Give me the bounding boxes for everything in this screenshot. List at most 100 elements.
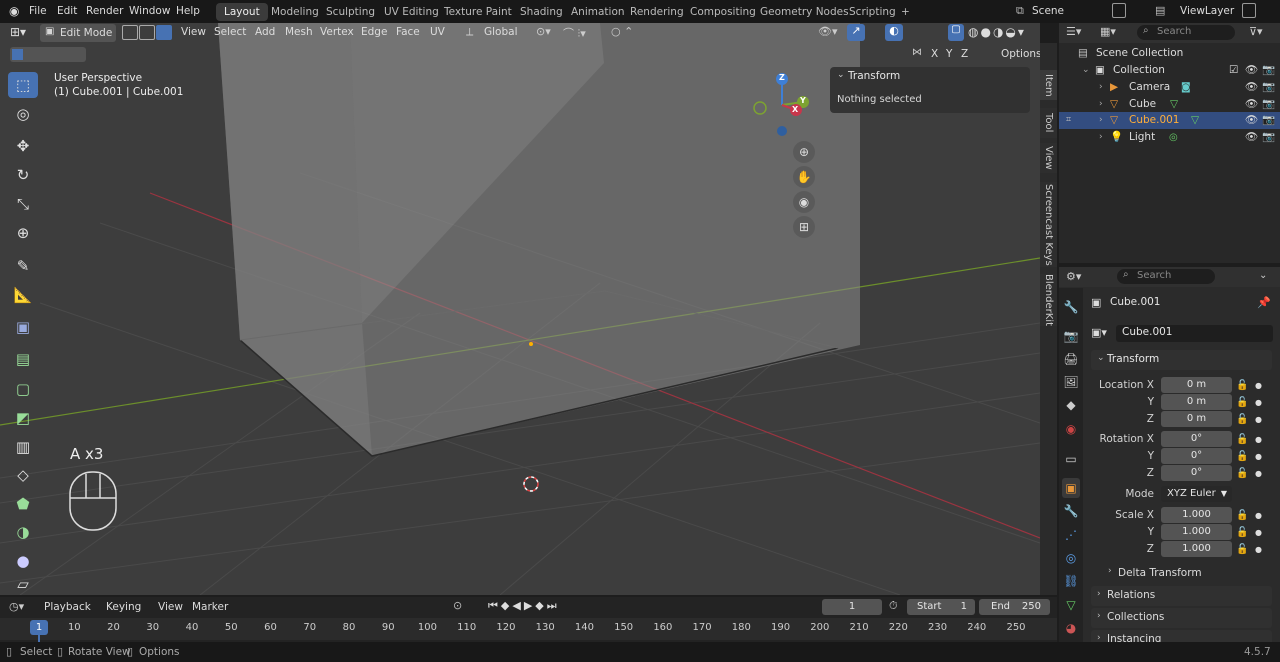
- inset-tool-icon[interactable]: ▢: [8, 376, 38, 402]
- relations-section[interactable]: › Relations: [1091, 586, 1272, 606]
- viewlayer-name[interactable]: ViewLayer: [1180, 2, 1240, 20]
- editor-type-icon[interactable]: ⊞▾: [10, 25, 32, 41]
- properties-editor-icon[interactable]: ⚙▾: [1066, 270, 1081, 283]
- world-props-icon[interactable]: ◉: [1062, 419, 1080, 439]
- pan-hand-icon[interactable]: ✋: [793, 166, 815, 188]
- menu-window[interactable]: Window: [129, 0, 170, 23]
- proportional-edit-icon[interactable]: ○ ⌃: [611, 25, 633, 38]
- rotation-mode-dropdown[interactable]: XYZ Euler ▼: [1161, 486, 1232, 502]
- view-layer-props-icon[interactable]: 🖼: [1062, 372, 1080, 392]
- collections-section[interactable]: › Collections: [1091, 608, 1272, 628]
- mirror-icon[interactable]: ⋈: [912, 47, 922, 58]
- object-props-icon[interactable]: ▣: [1062, 478, 1080, 498]
- constraints-props-icon[interactable]: ⛓: [1062, 571, 1080, 591]
- rotation-z-field[interactable]: 0°: [1161, 465, 1232, 481]
- particles-props-icon[interactable]: ⋰: [1062, 525, 1080, 545]
- outliner-item-light[interactable]: › 💡 Light ◎ 👁 📷: [1059, 129, 1280, 146]
- select-box-icon[interactable]: [12, 49, 23, 60]
- instancing-section[interactable]: › Instancing: [1091, 630, 1272, 642]
- orientation-dropdown[interactable]: Global: [484, 23, 518, 41]
- pivot-icon[interactable]: ⊙▾: [536, 25, 551, 38]
- scene-name[interactable]: Scene: [1032, 2, 1092, 20]
- modifier-props-icon[interactable]: 🔧: [1062, 501, 1080, 521]
- physics-props-icon[interactable]: ◎: [1062, 548, 1080, 568]
- chevron-down-icon[interactable]: ⌄: [837, 70, 845, 80]
- rotate-tool-icon[interactable]: ↻: [8, 162, 38, 188]
- tab-texture-paint[interactable]: Texture Paint: [436, 3, 520, 21]
- data-props-icon[interactable]: ▽: [1062, 595, 1080, 615]
- chevron-right-icon[interactable]: ›: [1099, 79, 1103, 96]
- mirror-y[interactable]: Y: [946, 45, 952, 63]
- face-select-icon[interactable]: [156, 25, 172, 40]
- new-scene-icon[interactable]: [1112, 3, 1126, 18]
- chevron-right-icon[interactable]: ›: [1099, 112, 1103, 129]
- output-props-icon[interactable]: 🖨: [1062, 349, 1080, 369]
- pin-icon[interactable]: 📌: [1257, 296, 1271, 309]
- menu-file[interactable]: File: [29, 0, 47, 23]
- bevel-tool-icon[interactable]: ◩: [8, 405, 38, 431]
- tab-item[interactable]: Item: [1040, 70, 1057, 100]
- poly-build-tool-icon[interactable]: ⬟: [8, 491, 38, 517]
- chevron-down-icon[interactable]: ⌄: [1097, 353, 1105, 363]
- eye-icon[interactable]: 👁: [1245, 62, 1258, 79]
- transform-tool-icon[interactable]: ⊕: [8, 220, 38, 246]
- add-workspace-button[interactable]: +: [893, 3, 918, 21]
- scene-props-icon[interactable]: ◆: [1062, 395, 1080, 415]
- chevron-right-icon[interactable]: ›: [1099, 129, 1103, 146]
- material-props-icon[interactable]: ◕: [1062, 618, 1080, 638]
- header-menu-uv[interactable]: UV: [430, 23, 445, 41]
- zoom-icon[interactable]: ⊕: [793, 141, 815, 163]
- rotation-y-field[interactable]: 0°: [1161, 448, 1232, 464]
- visibility-icon[interactable]: 👁▾: [818, 25, 838, 38]
- measure-tool-icon[interactable]: 📐: [8, 282, 38, 308]
- tab-layout[interactable]: Layout: [216, 3, 268, 21]
- loop-cut-tool-icon[interactable]: ▥: [8, 434, 38, 460]
- knife-tool-icon[interactable]: ◇: [8, 462, 38, 488]
- chevron-right-icon[interactable]: ›: [1097, 611, 1101, 621]
- edge-select-icon[interactable]: [139, 25, 155, 40]
- transform-section-header[interactable]: ⌄ Transform: [1091, 350, 1272, 370]
- current-frame-field[interactable]: 1: [822, 599, 882, 615]
- location-x-field[interactable]: 0 m: [1161, 377, 1232, 393]
- eye-icon[interactable]: 👁: [1245, 129, 1258, 146]
- chevron-right-icon[interactable]: ›: [1097, 633, 1101, 642]
- tool-settings-icon[interactable]: 🔧: [1062, 297, 1080, 317]
- outliner-item-camera[interactable]: › ▶ Camera ◙ 👁 📷: [1059, 79, 1280, 96]
- display-mode-icon[interactable]: ▦▾: [1100, 25, 1116, 38]
- chevron-right-icon[interactable]: ›: [1099, 96, 1103, 113]
- keyframe-dot-icon[interactable]: ● ● ●: [1255, 377, 1262, 428]
- outliner-editor-icon[interactable]: ☰▾: [1066, 25, 1081, 38]
- delta-transform-section[interactable]: Delta Transform: [1118, 567, 1202, 579]
- camera-view-icon[interactable]: ◉: [793, 191, 815, 213]
- outliner-scene-collection[interactable]: ▤ Scene Collection: [1059, 45, 1280, 62]
- n-panel-title[interactable]: Transform: [848, 70, 900, 82]
- collection-props-icon[interactable]: ▭: [1062, 449, 1080, 469]
- chevron-down-icon[interactable]: ⌄: [1082, 62, 1090, 79]
- checkbox-icon[interactable]: ☑: [1229, 62, 1238, 79]
- header-menu-face[interactable]: Face: [396, 23, 420, 41]
- blender-logo-icon[interactable]: ◉: [9, 4, 23, 18]
- menu-help[interactable]: Help: [176, 0, 200, 23]
- outliner-item-cube[interactable]: › ▽ Cube ▽ 👁 📷: [1059, 96, 1280, 113]
- chevron-right-icon[interactable]: ›: [1108, 566, 1112, 576]
- annotate-tool-icon[interactable]: ✎: [8, 253, 38, 279]
- render-props-icon[interactable]: 📷: [1062, 326, 1080, 346]
- tab-view[interactable]: View: [1040, 143, 1057, 173]
- new-viewlayer-icon[interactable]: [1242, 3, 1256, 18]
- header-menu-select[interactable]: Select: [214, 23, 246, 41]
- options-dropdown[interactable]: Options: [1001, 45, 1042, 63]
- tab-sculpting[interactable]: Sculpting: [318, 3, 383, 21]
- scale-x-field[interactable]: 1.000: [1161, 507, 1232, 523]
- timeline-menu-view[interactable]: View: [158, 598, 183, 616]
- menu-edit[interactable]: Edit: [57, 0, 77, 23]
- end-frame-field[interactable]: End 250: [979, 599, 1050, 615]
- spin-tool-icon[interactable]: ◑: [8, 519, 38, 545]
- lock-icon[interactable]: 🔓 🔓 🔓: [1236, 507, 1248, 558]
- scale-z-field[interactable]: 1.000: [1161, 541, 1232, 557]
- outliner-item-cube001[interactable]: ⌗ › ▽ Cube.001 ▽ 👁 📷: [1059, 112, 1280, 129]
- timeline-menu-keying[interactable]: Keying: [106, 598, 141, 616]
- object-name-field[interactable]: Cube.001: [1116, 325, 1273, 342]
- outliner-search[interactable]: ⌕ Search: [1137, 25, 1235, 40]
- timeline-menu-playback[interactable]: Playback: [44, 598, 91, 616]
- camera-render-icon[interactable]: 📷: [1262, 62, 1275, 79]
